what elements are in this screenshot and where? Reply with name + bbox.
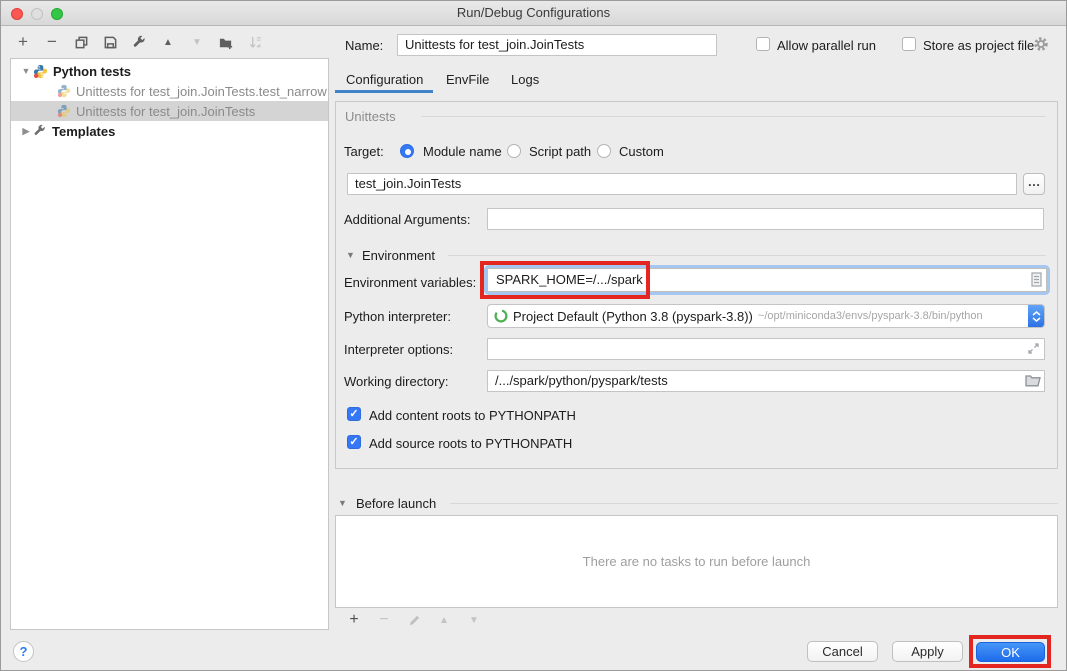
tab-envfile[interactable]: EnvFile bbox=[446, 72, 489, 90]
before-launch-collapse-icon[interactable]: ▼ bbox=[338, 498, 347, 508]
tree-item-label: Unittests for test_join.JoinTests bbox=[76, 104, 255, 119]
target-script-path-radio[interactable] bbox=[507, 144, 521, 158]
store-as-project-file-label: Store as project file bbox=[923, 38, 1034, 53]
sort-configurations-icon bbox=[247, 34, 263, 50]
python-interpreter-select[interactable]: Project Default (Python 3.8 (pyspark-3.8… bbox=[487, 304, 1045, 328]
run-debug-configurations-dialog: Run/Debug Configurations + − ▲ ▼ bbox=[0, 0, 1067, 671]
environment-variables-focus-ring: SPARK_HOME=/.../spark bbox=[484, 265, 1050, 295]
group-title-separator bbox=[421, 116, 1046, 117]
additional-arguments-label: Additional Arguments: bbox=[344, 212, 470, 227]
new-folder-icon[interactable] bbox=[218, 34, 234, 50]
help-button[interactable]: ? bbox=[13, 641, 34, 662]
move-up-icon[interactable]: ▲ bbox=[160, 34, 176, 50]
environment-variables-label: Environment variables: bbox=[344, 275, 476, 290]
additional-arguments-input[interactable] bbox=[487, 208, 1044, 230]
name-input[interactable]: Unittests for test_join.JoinTests bbox=[397, 34, 717, 56]
python-interpreter-label: Python interpreter: bbox=[344, 309, 451, 324]
python-test-icon bbox=[57, 104, 71, 118]
conda-environment-icon bbox=[494, 309, 508, 323]
gear-icon[interactable] bbox=[1033, 36, 1049, 52]
python-interpreter-value: Project Default (Python 3.8 (pyspark-3.8… bbox=[513, 309, 753, 324]
cancel-button[interactable]: Cancel bbox=[807, 641, 878, 662]
environment-section-title: Environment bbox=[362, 248, 435, 263]
working-directory-input[interactable]: /.../spark/python/pyspark/tests bbox=[487, 370, 1045, 392]
tree-item-unittests-test-narrow[interactable]: Unittests for test_join.JoinTests.test_n… bbox=[11, 81, 328, 101]
close-window-button[interactable] bbox=[11, 8, 23, 20]
combo-stepper-icon[interactable] bbox=[1028, 304, 1045, 328]
apply-button[interactable]: Apply bbox=[892, 641, 963, 662]
window-title: Run/Debug Configurations bbox=[1, 1, 1066, 25]
module-name-input[interactable]: test_join.JoinTests bbox=[347, 173, 1017, 195]
expand-field-icon[interactable] bbox=[1027, 342, 1040, 355]
copy-configuration-icon[interactable] bbox=[73, 34, 89, 50]
tree-item-label: Templates bbox=[52, 124, 115, 139]
add-content-roots-checkbox[interactable]: ✓ bbox=[347, 407, 361, 421]
python-tests-icon bbox=[33, 64, 48, 79]
active-tab-indicator bbox=[335, 90, 433, 93]
browse-button[interactable]: … bbox=[1023, 173, 1045, 195]
python-interpreter-path: ~/opt/miniconda3/envs/pyspark-3.8/bin/py… bbox=[758, 310, 983, 322]
add-source-roots-label: Add source roots to PYTHONPATH bbox=[369, 436, 572, 451]
tree-item-label: Python tests bbox=[53, 64, 131, 79]
add-task-icon[interactable]: + bbox=[346, 612, 362, 628]
configurations-toolbar: + − ▲ ▼ bbox=[15, 32, 263, 52]
target-module-name-label: Module name bbox=[423, 144, 502, 159]
before-launch-separator bbox=[450, 503, 1058, 504]
add-content-roots-label: Add content roots to PYTHONPATH bbox=[369, 408, 576, 423]
environment-variables-input[interactable]: SPARK_HOME=/.../spark bbox=[487, 268, 1047, 292]
target-custom-radio[interactable] bbox=[597, 144, 611, 158]
allow-parallel-run-label: Allow parallel run bbox=[777, 38, 876, 53]
edit-templates-icon[interactable] bbox=[131, 34, 147, 50]
before-launch-section-title: Before launch bbox=[356, 496, 436, 511]
interpreter-options-label: Interpreter options: bbox=[344, 342, 453, 357]
target-script-path-label: Script path bbox=[529, 144, 591, 159]
ok-button[interactable]: OK bbox=[976, 642, 1045, 662]
working-directory-label: Working directory: bbox=[344, 374, 449, 389]
no-tasks-message: There are no tasks to run before launch bbox=[583, 554, 811, 569]
allow-parallel-run-checkbox[interactable] bbox=[756, 37, 770, 51]
tab-logs[interactable]: Logs bbox=[511, 72, 539, 90]
save-configuration-icon[interactable] bbox=[102, 34, 118, 50]
move-task-down-icon: ▼ bbox=[466, 612, 482, 628]
target-custom-label: Custom bbox=[619, 144, 664, 159]
add-source-roots-checkbox[interactable]: ✓ bbox=[347, 435, 361, 449]
interpreter-options-input[interactable] bbox=[487, 338, 1045, 360]
tree-item-label: Unittests for test_join.JoinTests.test_n… bbox=[76, 84, 327, 99]
check-icon: ✓ bbox=[349, 436, 358, 448]
target-label: Target: bbox=[344, 144, 384, 159]
name-label: Name: bbox=[345, 38, 383, 53]
edit-task-icon bbox=[406, 612, 422, 628]
folder-icon[interactable] bbox=[1025, 374, 1041, 387]
group-title: Unittests bbox=[345, 109, 396, 124]
add-configuration-icon[interactable]: + bbox=[15, 34, 31, 50]
tab-configuration[interactable]: Configuration bbox=[346, 72, 423, 90]
check-icon: ✓ bbox=[349, 408, 358, 420]
chevron-right-icon[interactable]: ▶ bbox=[19, 126, 33, 137]
zoom-window-button[interactable] bbox=[51, 8, 63, 20]
tree-item-python-tests[interactable]: ▼ Python tests bbox=[11, 61, 328, 81]
minimize-window-button bbox=[31, 8, 43, 20]
before-launch-toolbar: + − ▲ ▼ bbox=[346, 612, 482, 628]
before-launch-tasks-panel: There are no tasks to run before launch bbox=[335, 515, 1058, 608]
chevron-down-icon[interactable]: ▼ bbox=[19, 66, 33, 76]
wrench-icon bbox=[33, 124, 47, 138]
remove-configuration-icon[interactable]: − bbox=[44, 34, 60, 50]
move-down-icon: ▼ bbox=[189, 34, 205, 50]
environment-collapse-icon[interactable]: ▼ bbox=[346, 250, 355, 260]
target-module-name-radio[interactable] bbox=[400, 144, 414, 158]
tree-item-unittests-jointests-selected[interactable]: Unittests for test_join.JoinTests bbox=[11, 101, 328, 121]
titlebar: Run/Debug Configurations bbox=[1, 1, 1066, 26]
tree-item-templates[interactable]: ▶ Templates bbox=[11, 121, 328, 141]
environment-separator bbox=[448, 255, 1046, 256]
store-as-project-file-checkbox[interactable] bbox=[902, 37, 916, 51]
configurations-tree: ▼ Python tests Unittests for test_joi bbox=[10, 58, 329, 630]
python-test-icon bbox=[57, 84, 71, 98]
list-variables-icon[interactable] bbox=[1031, 272, 1042, 287]
remove-task-icon: − bbox=[376, 612, 392, 628]
move-task-up-icon: ▲ bbox=[436, 612, 452, 628]
